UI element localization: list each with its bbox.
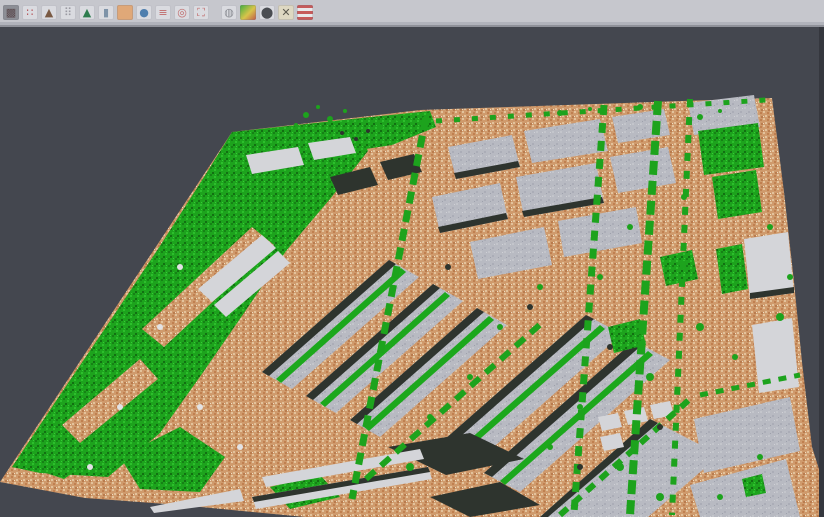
point-speckle <box>427 414 433 420</box>
point-speckle <box>637 104 643 110</box>
point-speckle <box>377 124 383 130</box>
point-speckle <box>656 493 664 501</box>
point-speckle <box>237 444 243 450</box>
point-speckle <box>718 109 722 113</box>
point-speckle <box>445 264 451 270</box>
point-speckle <box>557 110 563 116</box>
window-edge-shade <box>819 27 824 517</box>
layers-icon[interactable]: ≡ <box>155 5 171 20</box>
point-speckle <box>597 274 603 280</box>
cloud-region-bldL <box>752 318 799 393</box>
point-speckle <box>177 264 183 270</box>
align-pairs-icon[interactable]: ∷ <box>22 5 38 20</box>
point-speckle <box>197 404 203 410</box>
point-speckle <box>343 109 347 113</box>
cloud-region-veg <box>698 123 764 175</box>
point-speckle <box>396 117 400 121</box>
cloud-region-veg <box>712 170 762 219</box>
point-speckle <box>577 464 583 470</box>
point-speckle <box>303 112 309 118</box>
ring-icon[interactable]: ◎ <box>174 5 190 20</box>
sparse-points-icon[interactable]: ⠿ <box>60 5 76 20</box>
point-speckle <box>607 344 613 350</box>
colormap-icon[interactable] <box>240 5 256 20</box>
point-speckle <box>406 463 414 471</box>
point-speckle <box>646 373 654 381</box>
point-speckle <box>732 354 738 360</box>
terrain-green-icon[interactable]: ▲ <box>79 5 95 20</box>
point-speckle <box>340 131 344 135</box>
point-speckle <box>117 404 123 410</box>
point-speckle <box>87 464 93 470</box>
column-icon[interactable]: ▮ <box>98 5 114 20</box>
point-cloud-render[interactable] <box>0 27 824 517</box>
point-speckle <box>354 137 358 141</box>
sphere-icon[interactable]: ◍ <box>221 5 237 20</box>
point-speckle <box>787 274 793 280</box>
toolbar: ▩∷▲⠿▲▮●≡◎⛶◍⬤✕ <box>0 0 824 22</box>
point-speckle <box>547 444 553 450</box>
point-speckle <box>366 129 370 133</box>
point-speckle <box>767 224 773 230</box>
point-speckle <box>757 454 763 460</box>
point-speckle <box>627 224 633 230</box>
camera-icon[interactable]: ⬤ <box>259 5 275 20</box>
point-speckle <box>497 324 503 330</box>
point-speckle <box>157 324 163 330</box>
ortho-square-icon[interactable] <box>117 5 133 20</box>
point-speckle <box>616 463 624 471</box>
terrain-brown-icon[interactable]: ▲ <box>41 5 57 20</box>
point-speckle <box>327 116 333 122</box>
point-speckle <box>746 173 754 181</box>
raster-noise-icon[interactable]: ▩ <box>3 5 19 20</box>
striped-flag-icon[interactable] <box>297 5 313 20</box>
delete-cross-icon[interactable]: ✕ <box>278 5 294 20</box>
point-speckle <box>467 374 473 380</box>
point-speckle <box>537 284 543 290</box>
point-speckle <box>527 304 533 310</box>
point-speckle <box>316 105 320 109</box>
point-speckle <box>657 424 663 430</box>
point-speckle <box>697 114 703 120</box>
point-speckle <box>577 404 583 410</box>
point-speckle <box>696 323 704 331</box>
bounding-box-icon[interactable]: ⛶ <box>193 5 209 20</box>
application-window: ▩∷▲⠿▲▮●≡◎⛶◍⬤✕ <box>0 0 824 517</box>
point-speckle <box>776 313 784 321</box>
point-speckle <box>717 494 723 500</box>
point-speckle <box>588 107 592 111</box>
point-speckle <box>294 123 298 127</box>
globe-icon[interactable]: ● <box>136 5 152 20</box>
point-speckle <box>681 194 687 200</box>
viewport-3d[interactable] <box>0 27 824 517</box>
